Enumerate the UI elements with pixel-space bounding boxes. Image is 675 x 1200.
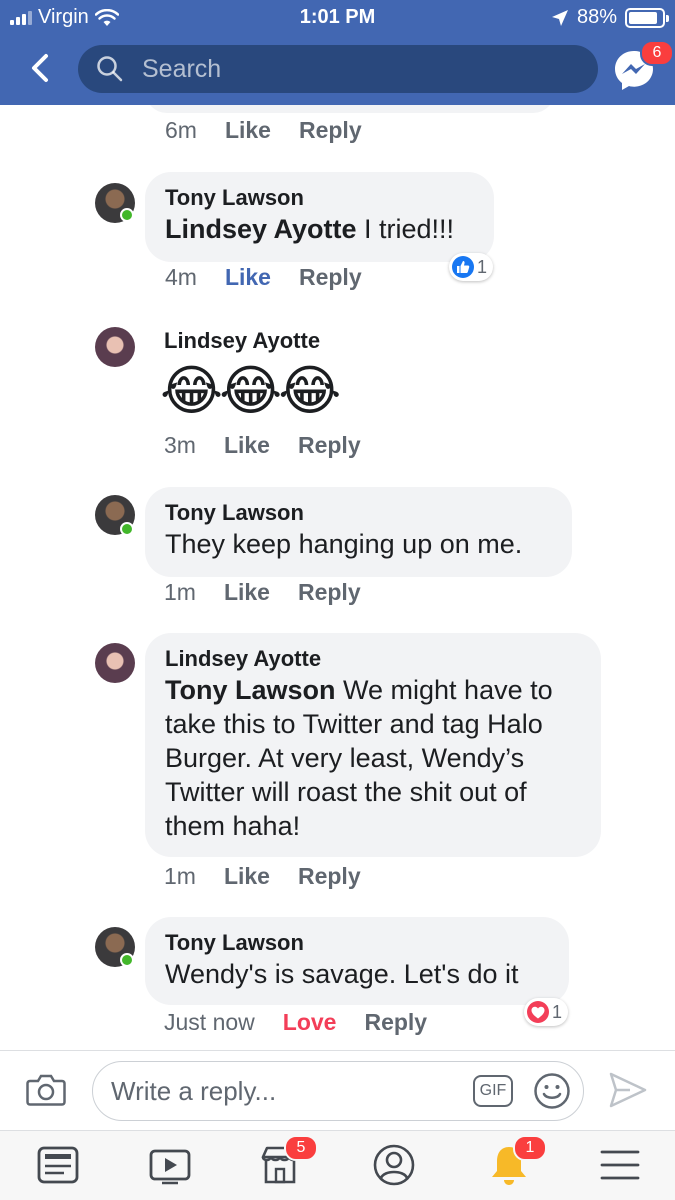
like-button[interactable]: Like: [224, 432, 270, 459]
comment-line: take this to Twitter and tag Halo: [165, 709, 543, 739]
comment-author[interactable]: Tony Lawson: [165, 929, 549, 957]
reply-button[interactable]: Reply: [298, 579, 361, 606]
battery-icon: [625, 7, 669, 28]
reaction-number: 1: [552, 1001, 563, 1022]
love-button[interactable]: Love: [283, 1009, 337, 1036]
comment-line: them haha!: [165, 811, 301, 841]
reply-button[interactable]: Reply: [298, 432, 361, 459]
search-box[interactable]: [78, 45, 598, 93]
gif-button[interactable]: GIF: [473, 1075, 513, 1107]
thumbs-up-icon: [452, 256, 474, 278]
comment-author[interactable]: Lindsey Ayotte: [165, 645, 581, 673]
tab-profile[interactable]: [372, 1143, 416, 1187]
online-indicator: [120, 953, 134, 967]
comment-line: We might have to: [335, 675, 553, 705]
camera-icon[interactable]: [26, 1073, 66, 1107]
search-icon: [97, 56, 123, 82]
profile-icon: [373, 1144, 415, 1186]
reply-button[interactable]: Reply: [298, 863, 361, 890]
comment-meta: 1m Like Reply: [164, 579, 389, 606]
like-button[interactable]: Like: [225, 264, 271, 291]
tab-notifications[interactable]: 1: [487, 1135, 547, 1187]
like-button[interactable]: Like: [224, 863, 270, 890]
comment-time: 1m: [164, 863, 196, 889]
comment-text: Wendy's is savage. Let's do it: [165, 959, 519, 989]
comment-meta: 1m Like Reply: [164, 863, 389, 890]
comment-text: Lindsey Ayotte I tried!!!: [165, 212, 474, 246]
comment-author[interactable]: Tony Lawson: [165, 184, 474, 212]
avatar[interactable]: [95, 643, 135, 683]
online-indicator: [120, 208, 134, 222]
reply-composer: GIF: [0, 1050, 675, 1130]
comment-line: Burger. At very least, Wendy’s: [165, 743, 525, 773]
like-button[interactable]: Like: [225, 117, 271, 144]
online-indicator: [120, 522, 134, 536]
comment-bubble[interactable]: Tony Lawson Wendy's is savage. Let's do …: [145, 917, 569, 1005]
reply-button[interactable]: Reply: [364, 1009, 427, 1036]
tab-marketplace[interactable]: 5: [258, 1135, 318, 1187]
sticker-smiley-icon[interactable]: [533, 1072, 571, 1110]
comment-author[interactable]: Lindsey Ayotte: [164, 327, 320, 355]
tab-news-feed[interactable]: [36, 1143, 80, 1187]
tab-watch[interactable]: [148, 1143, 192, 1187]
watch-video-icon: [149, 1149, 191, 1185]
messenger-badge: 6: [640, 40, 674, 66]
messenger-button[interactable]: 6: [612, 40, 674, 94]
marketplace-badge: 5: [284, 1135, 318, 1161]
comment-time: 4m: [165, 264, 197, 290]
comment-meta: 4m Like Reply: [165, 264, 390, 291]
comment-time: Just now: [164, 1009, 255, 1035]
tab-menu[interactable]: [598, 1143, 642, 1187]
comment-text: They keep hanging up on me.: [165, 529, 523, 559]
reaction-number: 1: [477, 256, 488, 277]
news-feed-icon: [37, 1146, 79, 1184]
send-icon[interactable]: [608, 1071, 648, 1109]
comment-body: I tried!!!: [356, 214, 455, 244]
battery-percent: 88%: [576, 6, 617, 28]
comment-time: 1m: [164, 579, 196, 605]
mention-link[interactable]: Tony Lawson: [165, 675, 336, 705]
comment-bubble[interactable]: Tony Lawson They keep hanging up on me.: [145, 487, 572, 577]
reaction-count[interactable]: 1: [524, 998, 569, 1026]
comment-time: 3m: [164, 432, 196, 458]
top-header: Virgin 1:01 PM 88% 6: [0, 0, 675, 105]
status-right: 88%: [551, 6, 669, 29]
reaction-count[interactable]: 1: [449, 253, 494, 281]
comment-bubble[interactable]: Tony Lawson Lindsey Ayotte I tried!!!: [145, 172, 494, 262]
comment-time: 6m: [165, 117, 197, 143]
comment-thread: 6m Like Reply Tony Lawson Lindsey Ayotte…: [0, 105, 675, 1050]
location-arrow-icon: [551, 9, 568, 26]
heart-icon: [527, 1001, 549, 1023]
comment-author[interactable]: Tony Lawson: [165, 499, 552, 527]
hamburger-menu-icon: [600, 1150, 640, 1180]
reply-input[interactable]: [111, 1062, 451, 1120]
reply-button[interactable]: Reply: [299, 264, 362, 291]
comment-meta: 6m Like Reply: [165, 117, 390, 144]
previous-comment-bubble: [145, 105, 555, 113]
avatar[interactable]: [95, 327, 135, 367]
comment-text: Tony Lawson We might have to take this t…: [165, 673, 581, 843]
reply-field[interactable]: GIF: [92, 1061, 584, 1121]
comment-meta: Just now Love Reply: [164, 1009, 455, 1036]
emoji-comment: 😂😂😂: [160, 361, 341, 421]
like-button[interactable]: Like: [224, 579, 270, 606]
reply-button[interactable]: Reply: [299, 117, 362, 144]
notifications-badge: 1: [513, 1135, 547, 1161]
comment-meta: 3m Like Reply: [164, 432, 389, 459]
back-chevron-icon[interactable]: [22, 50, 58, 86]
comment-line: Twitter will roast the shit out of: [165, 777, 527, 807]
bottom-tab-bar: 5 1: [0, 1130, 675, 1200]
status-bar: Virgin 1:01 PM 88%: [0, 0, 675, 34]
comment-bubble[interactable]: Lindsey Ayotte Tony Lawson We might have…: [145, 633, 601, 857]
mention-link[interactable]: Lindsey Ayotte: [165, 214, 357, 244]
search-input[interactable]: [142, 45, 582, 93]
